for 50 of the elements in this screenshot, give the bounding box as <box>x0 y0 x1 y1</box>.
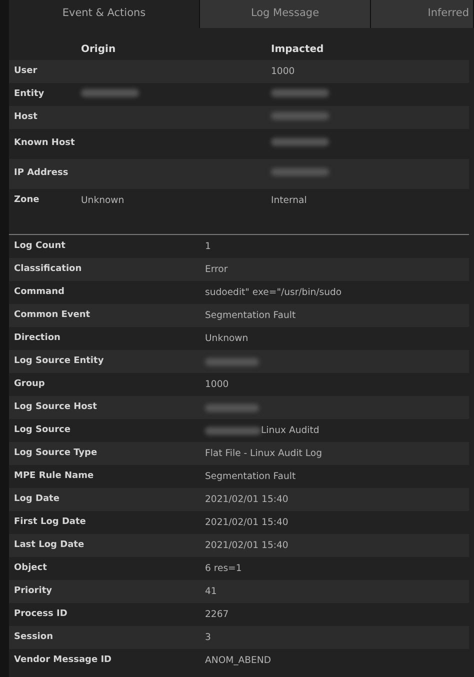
field-label: Process ID <box>13 608 68 621</box>
field-label: Group <box>13 378 46 391</box>
field-value: 2021/02/01 15:40 <box>205 538 288 552</box>
field-value: 2021/02/01 15:40 <box>205 492 288 506</box>
field-value: 1 <box>205 240 211 254</box>
field-value: 6 res=1 <box>205 562 242 576</box>
field-value: 3 <box>205 630 211 644</box>
tab[interactable]: Log Message <box>200 0 371 28</box>
column-header: Impacted <box>271 42 324 56</box>
field-value: Flat File - Linux Audit Log <box>205 446 322 460</box>
table-cell: Internal <box>271 194 307 206</box>
field-value: ANOM_ABEND <box>205 654 272 668</box>
row-label: Known Host <box>13 137 76 150</box>
field-label: Log Count <box>13 240 66 253</box>
tab[interactable]: Event & Actions <box>9 0 200 28</box>
field-label: Command <box>13 286 66 299</box>
field-label: Common Event <box>13 308 92 322</box>
field-label: Classification <box>13 262 83 276</box>
field-value: 2267 <box>205 608 229 622</box>
field-value: Linux Auditd <box>261 424 320 438</box>
tab[interactable]: Inferred <box>371 0 474 28</box>
row-label: IP Address <box>13 167 70 180</box>
field-label: First Log Date <box>13 516 87 529</box>
field-label: Log Source Entity <box>13 354 105 368</box>
field-value: Segmentation Fault <box>205 470 296 484</box>
field-value: Segmentation Fault <box>205 308 296 322</box>
field-label: Direction <box>13 332 62 345</box>
field-value: Error <box>205 262 228 276</box>
field-value: Unknown <box>205 332 248 346</box>
field-label: Log Source <box>13 424 72 437</box>
field-label: Object <box>13 562 48 575</box>
field-value: 41 <box>205 584 217 598</box>
field-label: Last Log Date <box>13 538 86 552</box>
field-label: Log Date <box>13 492 60 506</box>
field-label: MPE Rule Name <box>13 470 95 483</box>
field-value: sudoedit" exe="/usr/bin/sudo <box>205 286 342 300</box>
field-label: Vendor Message ID <box>13 654 113 667</box>
field-label: Priority <box>13 584 53 598</box>
table-cell: Unknown <box>81 194 124 206</box>
field-value: 1000 <box>205 378 229 392</box>
column-header: Origin <box>81 42 117 56</box>
table-cell: 1000 <box>271 66 295 77</box>
field-label: Log Source Host <box>13 400 98 414</box>
row-label: Entity <box>13 88 46 101</box>
field-label: Log Source Type <box>13 446 98 460</box>
field-label: Session <box>13 630 54 644</box>
row-label: User <box>13 64 38 78</box>
field-value: 2021/02/01 15:40 <box>205 516 288 530</box>
row-label: Host <box>13 110 38 124</box>
row-label: Zone <box>13 194 40 207</box>
